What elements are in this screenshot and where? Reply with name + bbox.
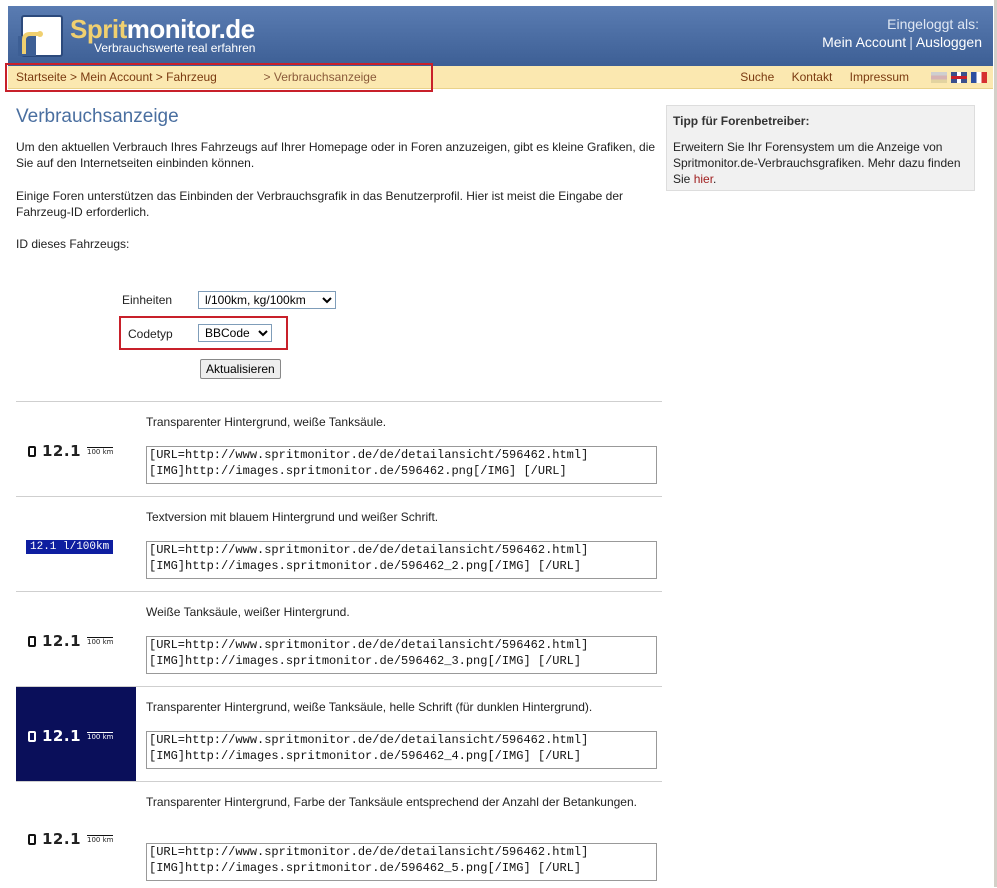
- flag-english-icon[interactable]: [951, 72, 967, 83]
- badge-row-1: 12.1 100 km Transparenter Hintergrund, w…: [16, 401, 662, 496]
- badge-row-5: 12.1 100 km Transparenter Hintergrund, F…: [16, 781, 662, 888]
- login-status-label: Eingeloggt als:: [887, 16, 979, 32]
- nav-imprint-link[interactable]: Impressum: [850, 70, 909, 84]
- update-button[interactable]: Aktualisieren: [200, 359, 281, 379]
- units-label: Einheiten: [122, 293, 173, 307]
- embed-code-textarea-2[interactable]: [146, 541, 657, 579]
- badge-preview-5: 12.1 100 km: [28, 830, 114, 848]
- top-navigation: Suche Kontakt Impressum: [726, 70, 909, 84]
- fuel-pump-icon: [28, 445, 36, 457]
- badge-unit: 100 km: [87, 446, 114, 456]
- badge-unit: 100 km: [87, 731, 114, 741]
- badge-unit: 100 km: [87, 834, 114, 844]
- intro-paragraph-1: Um den aktuellen Verbrauch Ihres Fahrzeu…: [16, 140, 656, 170]
- tip-end: .: [713, 172, 717, 186]
- badge-preview-1: 12.1 100 km: [28, 442, 114, 460]
- forum-tip-box: Tipp für Forenbetreiber: Erweitern Sie I…: [666, 105, 975, 191]
- flag-french-icon[interactable]: [971, 72, 987, 83]
- my-account-link[interactable]: Mein Account: [822, 34, 906, 50]
- badge-preview-4: 12.1 100 km: [28, 727, 114, 745]
- breadcrumb-highlight-box: [5, 63, 433, 92]
- badge-description: Transparenter Hintergrund, weiße Tanksäu…: [146, 415, 387, 429]
- units-select[interactable]: l/100km, kg/100km: [198, 291, 336, 309]
- badge-row-4: 12.1 100 km Transparenter Hintergrund, w…: [16, 686, 662, 781]
- badge-row-3: 12.1 100 km Weiße Tanksäule, weißer Hint…: [16, 591, 662, 686]
- login-links: Mein Account | Ausloggen: [822, 34, 982, 50]
- badge-preview-3: 12.1 100 km: [28, 632, 114, 650]
- badge-value: 12.1: [42, 727, 82, 745]
- fuel-pump-icon: [28, 730, 36, 742]
- logout-link[interactable]: Ausloggen: [916, 34, 982, 50]
- flag-german-icon[interactable]: [931, 72, 947, 83]
- badge-description: Transparenter Hintergrund, Farbe der Tan…: [146, 795, 637, 809]
- codetype-label: Codetyp: [128, 327, 173, 341]
- page-title: Verbrauchsanzeige: [16, 106, 179, 127]
- logo-sprit: Sprit: [70, 14, 127, 44]
- nav-contact-link[interactable]: Kontakt: [792, 70, 833, 84]
- site-header: Spritmonitor.de Verbrauchswerte real erf…: [8, 6, 993, 66]
- embed-code-textarea-5[interactable]: [146, 843, 657, 881]
- text-badge-preview: 12.1 l/100km: [26, 540, 114, 554]
- fuel-pump-icon: [28, 635, 36, 647]
- embed-code-textarea-4[interactable]: [146, 731, 657, 769]
- badge-value: 12.1: [42, 830, 82, 848]
- language-flags: [927, 72, 987, 86]
- nav-search-link[interactable]: Suche: [740, 70, 774, 84]
- tip-here-link[interactable]: hier: [694, 172, 713, 186]
- tip-text: Erweitern Sie Ihr Forensystem um die Anz…: [673, 139, 971, 187]
- fuel-pump-logo-icon[interactable]: [16, 14, 66, 58]
- embed-code-textarea-1[interactable]: [146, 446, 657, 484]
- badge-description: Weiße Tanksäule, weißer Hintergrund.: [146, 605, 350, 619]
- fuel-pump-icon: [28, 833, 36, 845]
- embed-code-textarea-3[interactable]: [146, 636, 657, 674]
- intro-paragraph-2: Einige Foren unterstützen das Einbinden …: [16, 189, 624, 219]
- logo-subtitle: Verbrauchswerte real erfahren: [94, 41, 256, 55]
- badge-unit: 100 km: [87, 636, 114, 646]
- tip-title: Tipp für Forenbetreiber:: [673, 114, 810, 128]
- badge-description: Textversion mit blauem Hintergrund und w…: [146, 510, 439, 524]
- logo-rest: monitor.de: [126, 14, 255, 44]
- login-separator: |: [909, 34, 913, 50]
- badge-description: Transparenter Hintergrund, weiße Tanksäu…: [146, 700, 593, 714]
- badge-value: 12.1: [42, 632, 82, 650]
- codetype-select[interactable]: BBCode: [198, 324, 272, 342]
- vehicle-id-label: ID dieses Fahrzeugs:: [16, 237, 130, 251]
- badge-value: 12.1: [42, 442, 82, 460]
- badge-row-2: 12.1 l/100km Textversion mit blauem Hint…: [16, 496, 662, 591]
